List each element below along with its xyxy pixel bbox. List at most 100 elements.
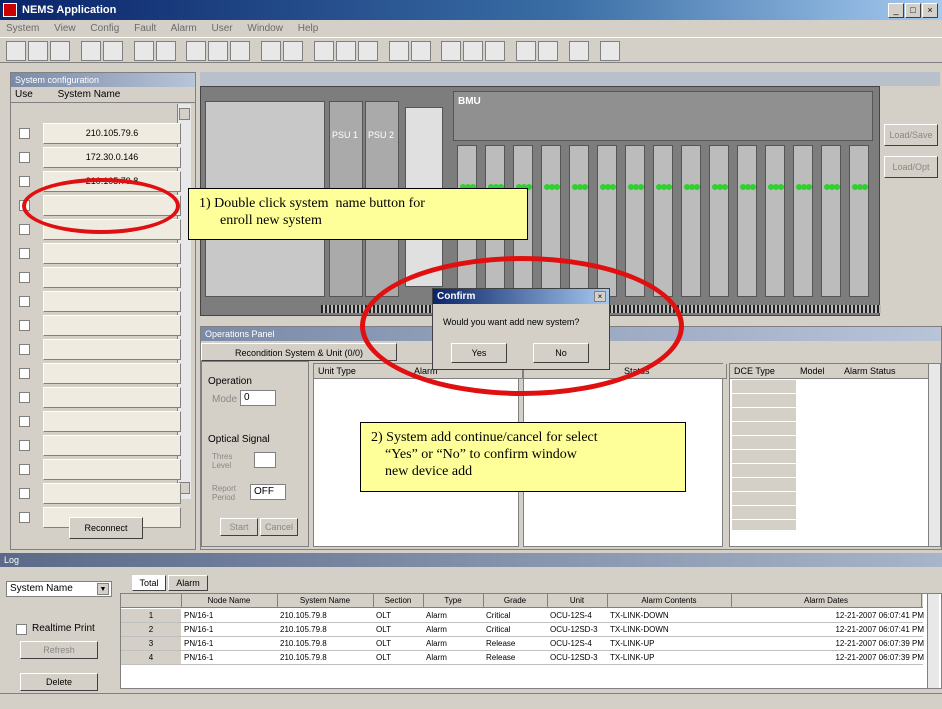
system-use-checkbox[interactable]	[19, 272, 30, 283]
thres-input[interactable]	[254, 452, 276, 468]
system-use-checkbox[interactable]	[19, 488, 30, 499]
minimize-icon[interactable]: _	[888, 3, 904, 18]
cancel-button[interactable]: Cancel	[260, 518, 298, 536]
toolbar-table-icon[interactable]	[155, 41, 176, 61]
mode-select[interactable]: 0	[240, 390, 276, 406]
system-use-checkbox[interactable]	[19, 128, 30, 139]
system-name-button[interactable]	[43, 435, 181, 456]
system-name-button[interactable]	[43, 315, 181, 336]
toolbar-ems-icon[interactable]	[50, 41, 70, 61]
toolbar-help-icon[interactable]	[599, 41, 620, 61]
system-name-button[interactable]	[43, 267, 181, 288]
log-row[interactable]: 4 PN/16-1 210.105.79.8 OLT Alarm Release OCU-1…	[121, 651, 924, 665]
system-use-checkbox[interactable]	[19, 296, 30, 307]
load-save-button[interactable]: Load/Save	[884, 124, 938, 146]
system-name-button[interactable]	[43, 339, 181, 360]
toolbar-port-icon[interactable]	[335, 41, 356, 61]
system-use-checkbox[interactable]	[19, 248, 30, 259]
refresh-button[interactable]: Refresh	[20, 641, 98, 659]
system-use-checkbox[interactable]	[19, 224, 30, 235]
menu-view[interactable]: View	[54, 23, 76, 34]
toolbar-unit-icon[interactable]	[283, 41, 304, 61]
toolbar-alarm-icon[interactable]	[357, 41, 378, 61]
toolbar-view-icon[interactable]	[80, 41, 101, 61]
toolbar-print-icon[interactable]	[6, 41, 26, 61]
system-name-button[interactable]	[43, 483, 181, 504]
system-name-button[interactable]	[43, 291, 181, 312]
toolbar-system-icon[interactable]	[261, 41, 282, 61]
toolbar-chart-icon[interactable]	[463, 41, 484, 61]
tab-alarm[interactable]: Alarm	[168, 575, 208, 591]
system-use-checkbox[interactable]	[19, 464, 30, 475]
dce-table-scrollbar[interactable]	[928, 364, 940, 546]
close-icon[interactable]: ×	[922, 3, 938, 18]
toolbar-link-icon[interactable]	[208, 41, 229, 61]
log-cell: Critical	[486, 611, 511, 620]
toolbar-window-icon[interactable]	[516, 41, 537, 61]
bmu-module[interactable]: BMU	[453, 91, 873, 141]
menu-window[interactable]: Window	[247, 23, 283, 34]
system-use-checkbox[interactable]	[19, 392, 30, 403]
log-row[interactable]: 1 PN/16-1 210.105.79.8 OLT Alarm Critical OCU-…	[121, 609, 924, 623]
menu-fault[interactable]: Fault	[134, 23, 156, 34]
line-card-slot[interactable]	[793, 145, 813, 297]
toolbar-grid-icon[interactable]	[28, 41, 48, 61]
dce-table[interactable]: DCE Type Model Alarm Status	[729, 363, 941, 547]
log-table[interactable]: Node Name System Name Section Type Grade Unit…	[120, 593, 942, 689]
chevron-down-icon[interactable]: ▼	[97, 583, 109, 595]
toolbar-map-icon[interactable]	[230, 41, 251, 61]
log-filter-select[interactable]: System Name ▼	[6, 581, 112, 597]
toolbar-report-icon[interactable]	[441, 41, 462, 61]
toolbar-node-icon[interactable]	[186, 41, 207, 61]
toolbar-history-icon[interactable]	[410, 41, 431, 61]
system-name-button[interactable]	[43, 363, 181, 384]
line-card-slot[interactable]	[821, 145, 841, 297]
realtime-print-checkbox[interactable]	[16, 624, 27, 635]
toolbar-user-icon[interactable]	[538, 41, 559, 61]
line-card-slot[interactable]	[709, 145, 729, 297]
start-button[interactable]: Start	[220, 518, 258, 536]
menu-system[interactable]: System	[6, 23, 39, 34]
system-use-checkbox[interactable]	[19, 368, 30, 379]
system-use-checkbox[interactable]	[19, 152, 30, 163]
system-use-checkbox[interactable]	[19, 512, 30, 523]
menu-user[interactable]: User	[211, 23, 232, 34]
line-card-slot[interactable]	[849, 145, 869, 297]
log-row[interactable]: 3 PN/16-1 210.105.79.8 OLT Alarm Release OCU-1…	[121, 637, 924, 651]
toolbar-export-icon[interactable]	[485, 41, 506, 61]
scroll-up-icon[interactable]	[179, 108, 190, 120]
system-name-button[interactable]: 210.105.79.6	[43, 123, 181, 144]
menu-config[interactable]: Config	[90, 23, 119, 34]
system-use-checkbox[interactable]	[19, 440, 30, 451]
toolbar-folder-icon[interactable]	[569, 41, 590, 61]
toolbar-log-icon[interactable]	[388, 41, 409, 61]
system-name-button[interactable]	[43, 459, 181, 480]
tab-total[interactable]: Total	[132, 575, 166, 591]
line-card-slot[interactable]	[737, 145, 757, 297]
system-use-checkbox[interactable]	[19, 320, 30, 331]
system-name-button[interactable]: 172.30.0.146	[43, 147, 181, 168]
system-name-button[interactable]	[43, 387, 181, 408]
log-row[interactable]: 2 PN/16-1 210.105.79.8 OLT Alarm Critical OCU-…	[121, 623, 924, 637]
load-opt-button[interactable]: Load/Opt	[884, 156, 938, 178]
system-use-checkbox[interactable]	[19, 176, 30, 187]
toolbar-config-icon[interactable]	[102, 41, 123, 61]
line-card-slot[interactable]	[765, 145, 785, 297]
toolbar-list-icon[interactable]	[133, 41, 154, 61]
log-cell: OLT	[376, 625, 391, 634]
delete-button[interactable]: Delete	[20, 673, 98, 691]
system-name-button[interactable]	[43, 243, 181, 264]
system-name-button[interactable]	[43, 411, 181, 432]
reconnect-button[interactable]: Reconnect	[69, 517, 143, 539]
report-period-select[interactable]: OFF	[250, 484, 286, 500]
line-card-slot[interactable]	[681, 145, 701, 297]
line-card-slot[interactable]	[653, 145, 673, 297]
realtime-print-option[interactable]: Realtime Print	[16, 623, 95, 635]
maximize-icon[interactable]: □	[905, 3, 921, 18]
toolbar-card-icon[interactable]	[313, 41, 334, 61]
system-use-checkbox[interactable]	[19, 344, 30, 355]
log-table-scrollbar[interactable]	[927, 594, 939, 688]
menu-help[interactable]: Help	[298, 23, 319, 34]
system-use-checkbox[interactable]	[19, 416, 30, 427]
menu-alarm[interactable]: Alarm	[171, 23, 197, 34]
